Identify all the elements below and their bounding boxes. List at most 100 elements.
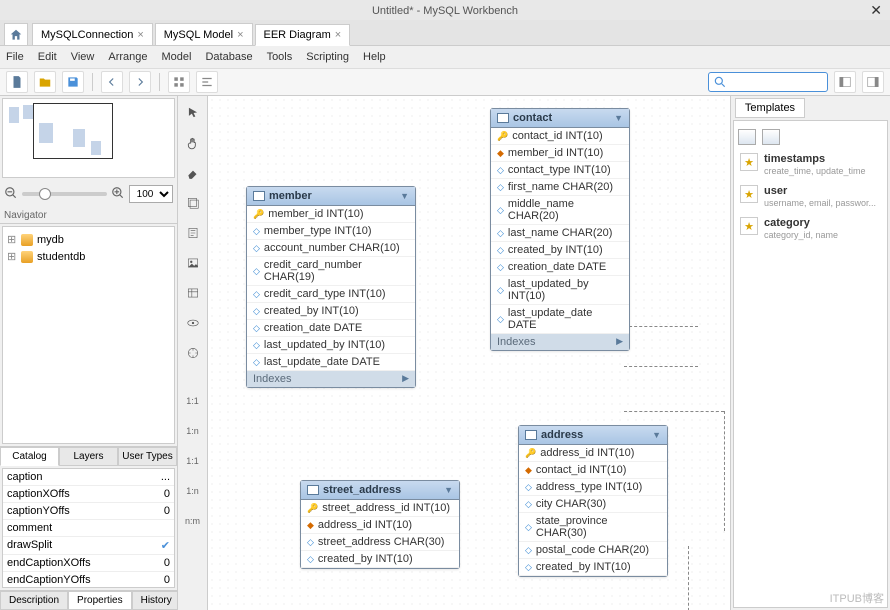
column-row[interactable]: 🔑address_id INT(10) xyxy=(519,445,667,462)
chevron-down-icon[interactable]: ▼ xyxy=(444,485,453,495)
column-row[interactable]: ◇created_by INT(10) xyxy=(519,559,667,576)
menu-file[interactable]: File xyxy=(6,51,24,63)
table-tool[interactable] xyxy=(182,282,204,304)
column-row[interactable]: ◇last_update_date DATE xyxy=(491,305,629,334)
tab-usertypes[interactable]: User Types xyxy=(118,447,177,466)
home-tab[interactable] xyxy=(4,23,28,45)
tab-history[interactable]: History xyxy=(132,591,181,610)
column-row[interactable]: ◆contact_id INT(10) xyxy=(519,462,667,479)
align-button[interactable] xyxy=(196,71,218,93)
search-box[interactable] xyxy=(708,72,828,92)
expand-icon[interactable]: ⊞ xyxy=(7,233,17,246)
column-row[interactable]: ◇credit_card_type INT(10) xyxy=(247,286,415,303)
tab-catalog[interactable]: Catalog xyxy=(0,447,59,466)
relation-1-n-id-tool[interactable]: 1:n xyxy=(182,480,204,502)
template-new-icon[interactable] xyxy=(738,129,756,145)
tab-connection[interactable]: MySQLConnection× xyxy=(32,23,153,45)
column-row[interactable]: ◇created_by INT(10) xyxy=(491,242,629,259)
column-row[interactable]: ◆member_id INT(10) xyxy=(491,145,629,162)
entity-header[interactable]: contact▼ xyxy=(491,109,629,128)
expand-icon[interactable]: ⊞ xyxy=(7,250,17,263)
column-row[interactable]: ◇credit_card_number CHAR(19) xyxy=(247,257,415,286)
entity-address[interactable]: address▼🔑address_id INT(10)◆contact_id I… xyxy=(518,425,668,577)
schema-item[interactable]: ⊞mydb xyxy=(7,231,170,248)
column-row[interactable]: ◇created_by INT(10) xyxy=(247,303,415,320)
column-row[interactable]: ◇last_name CHAR(20) xyxy=(491,225,629,242)
tab-description[interactable]: Description xyxy=(0,591,68,610)
relation-1-1-id-tool[interactable]: 1:1 xyxy=(182,450,204,472)
menu-edit[interactable]: Edit xyxy=(38,51,57,63)
column-row[interactable]: ◇state_province CHAR(30) xyxy=(519,513,667,542)
grid-button[interactable] xyxy=(168,71,190,93)
column-row[interactable]: ◇postal_code CHAR(20) xyxy=(519,542,667,559)
close-icon[interactable]: × xyxy=(237,29,243,41)
column-row[interactable]: ◇creation_date DATE xyxy=(491,259,629,276)
zoom-out-icon[interactable] xyxy=(4,186,18,203)
column-row[interactable]: ◇last_updated_by INT(10) xyxy=(247,337,415,354)
column-row[interactable]: ◇contact_type INT(10) xyxy=(491,162,629,179)
menu-view[interactable]: View xyxy=(71,51,95,63)
chevron-down-icon[interactable]: ▼ xyxy=(614,113,623,123)
schema-tree[interactable]: ⊞mydb ⊞studentdb xyxy=(2,226,175,444)
relation-1-n-tool[interactable]: 1:n xyxy=(182,420,204,442)
chevron-down-icon[interactable]: ▼ xyxy=(400,191,409,201)
tab-templates[interactable]: Templates xyxy=(735,98,805,118)
schema-item[interactable]: ⊞studentdb xyxy=(7,248,170,265)
undo-button[interactable] xyxy=(101,71,123,93)
zoom-in-icon[interactable] xyxy=(111,186,125,203)
menu-tools[interactable]: Tools xyxy=(267,51,293,63)
entity-contact[interactable]: contact▼🔑contact_id INT(10)◆member_id IN… xyxy=(490,108,630,351)
menu-help[interactable]: Help xyxy=(363,51,386,63)
close-icon[interactable]: × xyxy=(335,29,341,41)
relation-n-m-tool[interactable]: n:m xyxy=(182,510,204,532)
column-row[interactable]: ◇first_name CHAR(20) xyxy=(491,179,629,196)
column-row[interactable]: ◇last_updated_by INT(10) xyxy=(491,276,629,305)
close-icon[interactable]: × xyxy=(137,29,143,41)
tab-model[interactable]: MySQL Model× xyxy=(155,23,253,45)
open-file-button[interactable] xyxy=(34,71,56,93)
template-open-icon[interactable] xyxy=(762,129,780,145)
view-tool[interactable] xyxy=(182,312,204,334)
menu-scripting[interactable]: Scripting xyxy=(306,51,349,63)
menu-arrange[interactable]: Arrange xyxy=(108,51,147,63)
column-row[interactable]: ◇creation_date DATE xyxy=(247,320,415,337)
column-row[interactable]: ◆address_id INT(10) xyxy=(301,517,459,534)
column-row[interactable]: ◇address_type INT(10) xyxy=(519,479,667,496)
save-button[interactable] xyxy=(62,71,84,93)
chevron-down-icon[interactable]: ▼ xyxy=(652,430,661,440)
entity-header[interactable]: member▼ xyxy=(247,187,415,206)
panel-right-button[interactable] xyxy=(862,71,884,93)
search-input[interactable] xyxy=(731,76,811,88)
column-row[interactable]: ◇member_type INT(10) xyxy=(247,223,415,240)
menu-database[interactable]: Database xyxy=(205,51,252,63)
column-row[interactable]: ◇street_address CHAR(30) xyxy=(301,534,459,551)
routine-tool[interactable] xyxy=(182,342,204,364)
column-row[interactable]: ◇account_number CHAR(10) xyxy=(247,240,415,257)
note-tool[interactable] xyxy=(182,222,204,244)
zoom-slider[interactable] xyxy=(22,192,107,196)
template-item[interactable]: ★ userusername, email, passwor... xyxy=(738,181,883,213)
new-file-button[interactable] xyxy=(6,71,28,93)
pointer-tool[interactable] xyxy=(182,102,204,124)
entity-header[interactable]: address▼ xyxy=(519,426,667,445)
eraser-tool[interactable] xyxy=(182,162,204,184)
menu-model[interactable]: Model xyxy=(162,51,192,63)
entity-member[interactable]: member▼🔑member_id INT(10)◇member_type IN… xyxy=(246,186,416,388)
redo-button[interactable] xyxy=(129,71,151,93)
hand-tool[interactable] xyxy=(182,132,204,154)
tab-layers[interactable]: Layers xyxy=(59,447,118,466)
column-row[interactable]: ◇last_update_date DATE xyxy=(247,354,415,371)
diagram-canvas[interactable]: member▼🔑member_id INT(10)◇member_type IN… xyxy=(208,96,730,610)
column-row[interactable]: 🔑member_id INT(10) xyxy=(247,206,415,223)
tab-properties[interactable]: Properties xyxy=(68,591,132,610)
entity-header[interactable]: street_address▼ xyxy=(301,481,459,500)
relation-1-1-tool[interactable]: 1:1 xyxy=(182,390,204,412)
image-tool[interactable] xyxy=(182,252,204,274)
indexes-row[interactable]: Indexes▶ xyxy=(491,334,629,350)
column-row[interactable]: ◇created_by INT(10) xyxy=(301,551,459,568)
zoom-select[interactable]: 100 xyxy=(129,185,173,203)
close-icon[interactable]: ✕ xyxy=(870,0,882,20)
overview-map[interactable] xyxy=(2,98,175,178)
properties-grid[interactable]: caption... captionXOffs0 captionYOffs0 c… xyxy=(2,468,175,588)
template-item[interactable]: ★ timestampscreate_time, update_time xyxy=(738,149,883,181)
